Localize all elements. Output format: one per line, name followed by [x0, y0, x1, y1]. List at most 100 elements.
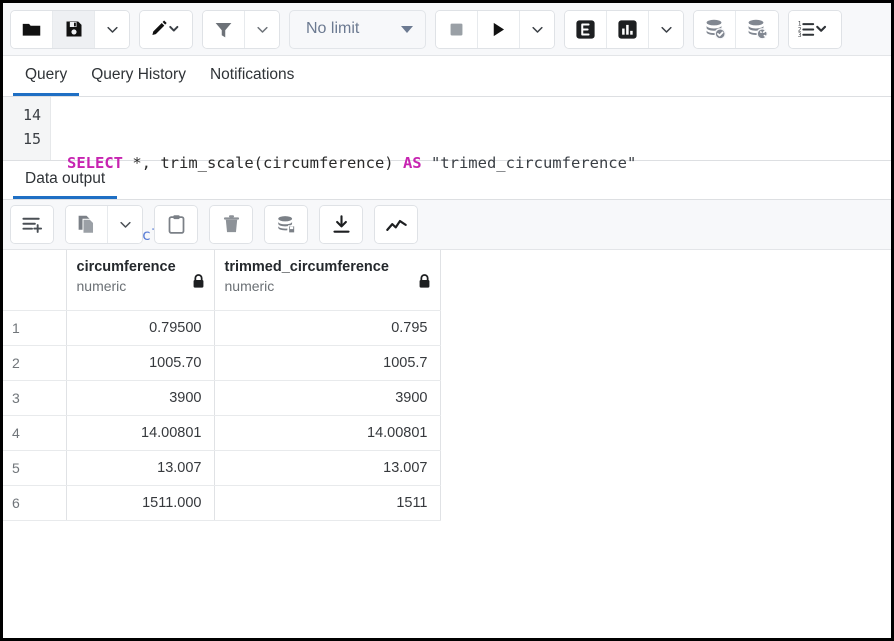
column-type: numeric: [225, 278, 430, 294]
stop-query-button[interactable]: [436, 11, 478, 48]
row-number-header: [3, 250, 66, 310]
commit-button[interactable]: [694, 11, 736, 48]
filter-options-dropdown[interactable]: [245, 11, 279, 48]
query-tool-tabs: Query Query History Notifications: [3, 56, 891, 97]
row-number: 5: [3, 450, 66, 485]
file-button-group: [10, 10, 130, 49]
tab-query-label: Query: [25, 66, 67, 84]
tab-notifications-label: Notifications: [210, 66, 294, 84]
graph-group: [374, 205, 418, 244]
table-row[interactable]: 6 1511.000 1511: [3, 485, 440, 520]
query-toolbar: No limit: [3, 3, 891, 56]
line-number-gutter: 14 15: [3, 97, 51, 160]
macros-button-group: 1 2 3: [788, 10, 842, 49]
open-file-button[interactable]: [11, 11, 53, 48]
chevron-down-icon: [105, 22, 120, 37]
cell-trimmed-circumference[interactable]: 13.007: [214, 450, 440, 485]
copy-icon: [76, 214, 97, 235]
lock-icon: [418, 274, 431, 289]
edit-button-group: [139, 10, 193, 49]
sql-editor[interactable]: 14 15 SELECT *, trim_scale(circumference…: [3, 97, 891, 161]
commit-database-check-icon: [703, 17, 727, 41]
execute-query-button[interactable]: [478, 11, 520, 48]
cell-circumference[interactable]: 14.00801: [66, 415, 214, 450]
trash-icon: [221, 214, 242, 235]
tab-query-history-label: Query History: [91, 66, 186, 84]
tab-query-history[interactable]: Query History: [79, 56, 198, 96]
tab-data-output-label: Data output: [25, 170, 105, 188]
data-output-grid[interactable]: circumference numeric trimmed_circumfere…: [3, 250, 891, 564]
save-file-button[interactable]: [53, 11, 95, 48]
sql-code-area[interactable]: SELECT *, trim_scale(circumference) AS "…: [51, 97, 891, 160]
cell-circumference[interactable]: 1005.70: [66, 345, 214, 380]
line-number: 14: [3, 103, 50, 127]
tab-data-output[interactable]: Data output: [13, 161, 117, 199]
execute-options-dropdown[interactable]: [520, 11, 554, 48]
column-header-trimmed-circumference[interactable]: trimmed_circumference numeric: [214, 250, 440, 310]
table-row[interactable]: 1 0.79500 0.795: [3, 310, 440, 345]
chevron-down-icon: [530, 22, 545, 37]
funnel-icon: [213, 19, 234, 40]
save-data-group: [264, 205, 308, 244]
column-header-circumference[interactable]: circumference numeric: [66, 250, 214, 310]
table-row[interactable]: 2 1005.70 1005.7: [3, 345, 440, 380]
download-group: [319, 205, 363, 244]
copy-options-dropdown[interactable]: [108, 206, 142, 243]
paste-button[interactable]: [155, 206, 197, 243]
tab-query[interactable]: Query: [13, 56, 79, 96]
results-table-body: 1 0.79500 0.795 2 1005.70 1005.7 3 3900 …: [3, 310, 440, 520]
cell-trimmed-circumference[interactable]: 3900: [214, 380, 440, 415]
add-row-button[interactable]: [11, 206, 53, 243]
cell-trimmed-circumference[interactable]: 14.00801: [214, 415, 440, 450]
table-row[interactable]: 3 3900 3900: [3, 380, 440, 415]
row-number: 1: [3, 310, 66, 345]
macros-button[interactable]: 1 2 3: [789, 11, 841, 48]
row-limit-select[interactable]: No limit: [289, 10, 426, 49]
explain-button[interactable]: [565, 11, 607, 48]
cell-trimmed-circumference[interactable]: 1005.7: [214, 345, 440, 380]
sql-token: AS: [403, 154, 422, 172]
delete-row-button[interactable]: [210, 206, 252, 243]
save-data-changes-button[interactable]: [265, 206, 307, 243]
bar-chart-icon: [616, 18, 639, 41]
chevron-down-icon: [659, 22, 674, 37]
copy-button[interactable]: [66, 206, 108, 243]
column-type: numeric: [77, 278, 204, 294]
copy-group: [65, 205, 143, 244]
cell-circumference[interactable]: 13.007: [66, 450, 214, 485]
folder-icon: [21, 19, 42, 40]
execute-button-group: [435, 10, 555, 49]
filter-button-group: [202, 10, 280, 49]
cell-circumference[interactable]: 1511.000: [66, 485, 214, 520]
download-button[interactable]: [320, 206, 362, 243]
table-row[interactable]: 4 14.00801 14.00801: [3, 415, 440, 450]
play-triangle-icon: [489, 20, 508, 39]
explain-options-dropdown[interactable]: [649, 11, 683, 48]
cell-trimmed-circumference[interactable]: 1511: [214, 485, 440, 520]
chevron-down-icon: [255, 22, 270, 37]
stop-square-icon: [447, 20, 466, 39]
line-number: 15: [3, 127, 50, 151]
explain-analyze-button[interactable]: [607, 11, 649, 48]
pgadmin-query-tool: No limit: [0, 0, 894, 641]
transaction-button-group: [693, 10, 779, 49]
table-row[interactable]: 5 13.007 13.007: [3, 450, 440, 485]
save-options-dropdown[interactable]: [95, 11, 129, 48]
floppy-disk-icon: [64, 19, 84, 39]
download-icon: [331, 214, 352, 235]
table-header-row: circumference numeric trimmed_circumfere…: [3, 250, 440, 310]
graph-visualiser-button[interactable]: [375, 206, 417, 243]
cell-trimmed-circumference[interactable]: 0.795: [214, 310, 440, 345]
svg-text:3: 3: [798, 33, 802, 39]
line-chart-icon: [385, 213, 408, 236]
column-name: circumference: [77, 259, 204, 275]
filter-button[interactable]: [203, 11, 245, 48]
tab-notifications[interactable]: Notifications: [198, 56, 306, 96]
chevron-down-icon: [118, 217, 133, 232]
cell-circumference[interactable]: 0.79500: [66, 310, 214, 345]
cell-circumference[interactable]: 3900: [66, 380, 214, 415]
edit-button[interactable]: [140, 11, 192, 48]
rollback-button[interactable]: [736, 11, 778, 48]
row-number: 3: [3, 380, 66, 415]
row-number: 4: [3, 415, 66, 450]
